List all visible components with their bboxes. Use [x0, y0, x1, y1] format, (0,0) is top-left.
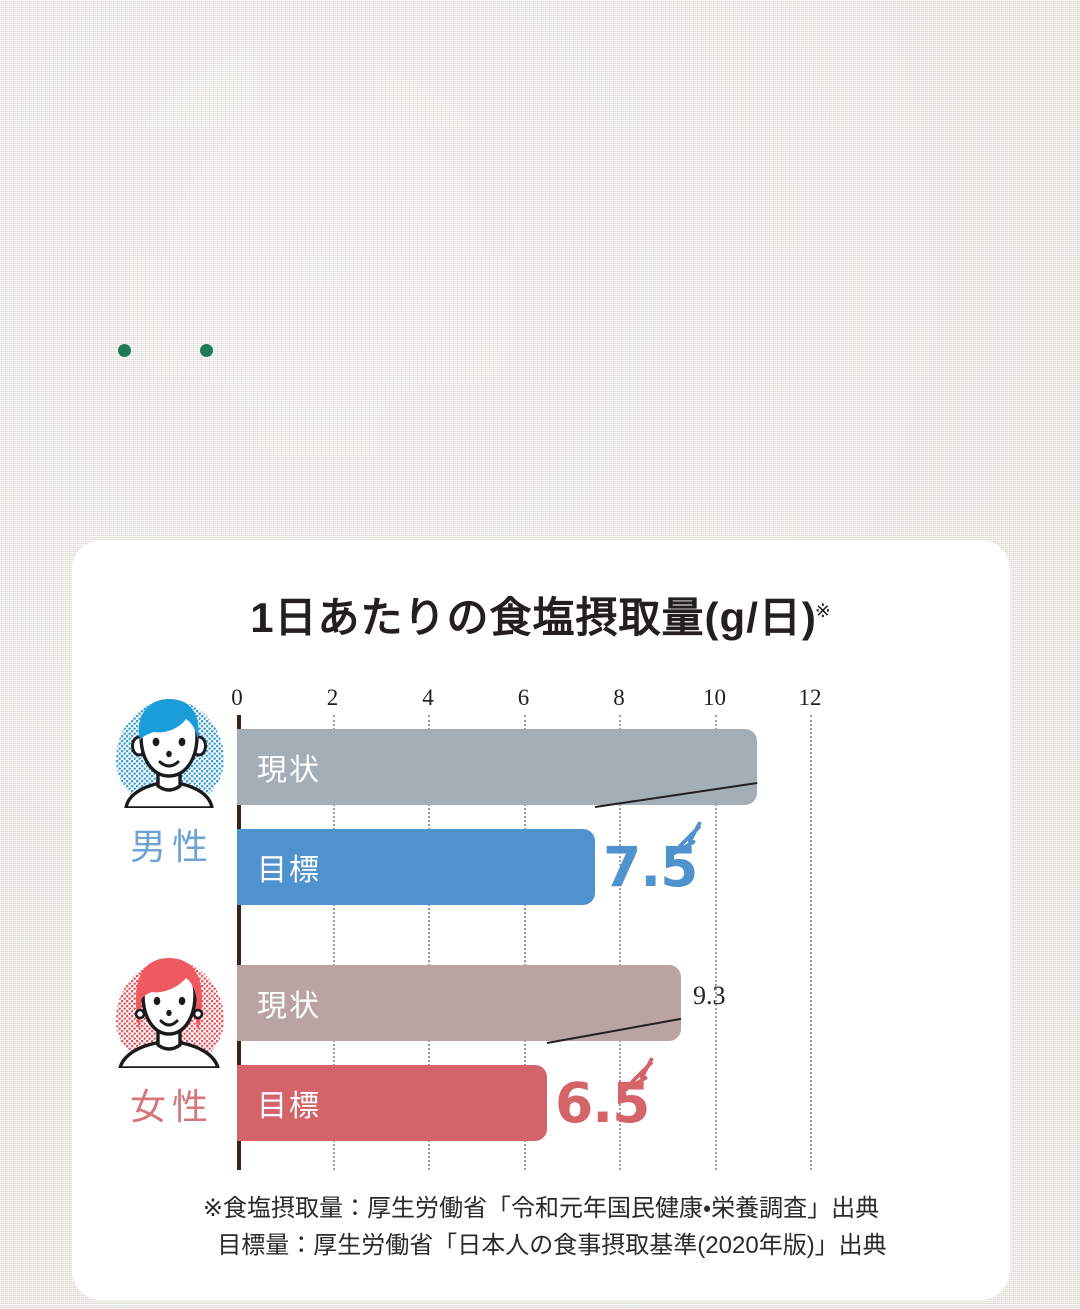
gridline-12 [810, 715, 812, 1170]
decorative-dot-2 [200, 344, 213, 357]
female-avatar-icon [118, 958, 220, 1068]
bar-male-target[interactable]: 目標 [237, 829, 595, 905]
footnote-line-1: ※食塩摂取量：厚生労働省「令和元年国民健康・栄養調査」出典 [202, 1195, 880, 1222]
male-avatar-icon [124, 699, 214, 808]
chart-card: 1日あたりの食塩摂取量(g/日)※ 男性 女性 0 2 4 6 8 10 12 … [72, 540, 1010, 1300]
starburst-accent-male [669, 820, 715, 863]
xtick-label-6: 6 [517, 685, 530, 710]
bar-label-female-target: 目標 [257, 1090, 321, 1123]
bar-label-male-current: 現状 [257, 754, 321, 787]
chart-title-text: 1日あたりの食塩摂取量(g/日) [250, 594, 817, 641]
gender-label-male: 男性 [129, 826, 214, 867]
decorative-dot-1 [118, 344, 131, 357]
male-avatar [106, 690, 232, 808]
chart-plot-area: 0 2 4 6 8 10 12 現状 目標 7.5 現状 9.3 目標 6.5 [231, 685, 847, 1170]
footnote-line-2: 目標量：厚生労働省「日本人の食事摂取基準(2020年版)」出典 [217, 1232, 887, 1260]
bar-label-male-target: 目標 [257, 854, 321, 887]
bar-label-female-current: 現状 [257, 990, 321, 1023]
gender-group-female: 女性 [94, 950, 244, 1130]
footnotes: ※食塩摂取量：厚生労働省「令和元年国民健康・栄養調査」出典 目標量：厚生労働省「… [72, 1190, 1010, 1264]
starburst-accent-female [621, 1056, 667, 1099]
xtick-label-2: 2 [326, 685, 339, 710]
xtick-label-10: 10 [703, 685, 726, 710]
xtick-label-12: 12 [798, 685, 822, 710]
bar-female-target[interactable]: 目標 [237, 1065, 547, 1141]
xtick-label-0: 0 [231, 685, 243, 710]
xtick-label-4: 4 [422, 685, 434, 710]
gender-label-female: 女性 [129, 1086, 214, 1127]
xtick-label-8: 8 [613, 685, 625, 710]
title-footnote-marker: ※ [814, 601, 832, 622]
female-avatar [106, 950, 232, 1068]
value-label-female-current: 9.3 [693, 981, 726, 1010]
gender-group-male: 男性 [94, 690, 244, 870]
page-title: 1日あたりの食塩摂取量(g/日)※ [72, 584, 1010, 645]
